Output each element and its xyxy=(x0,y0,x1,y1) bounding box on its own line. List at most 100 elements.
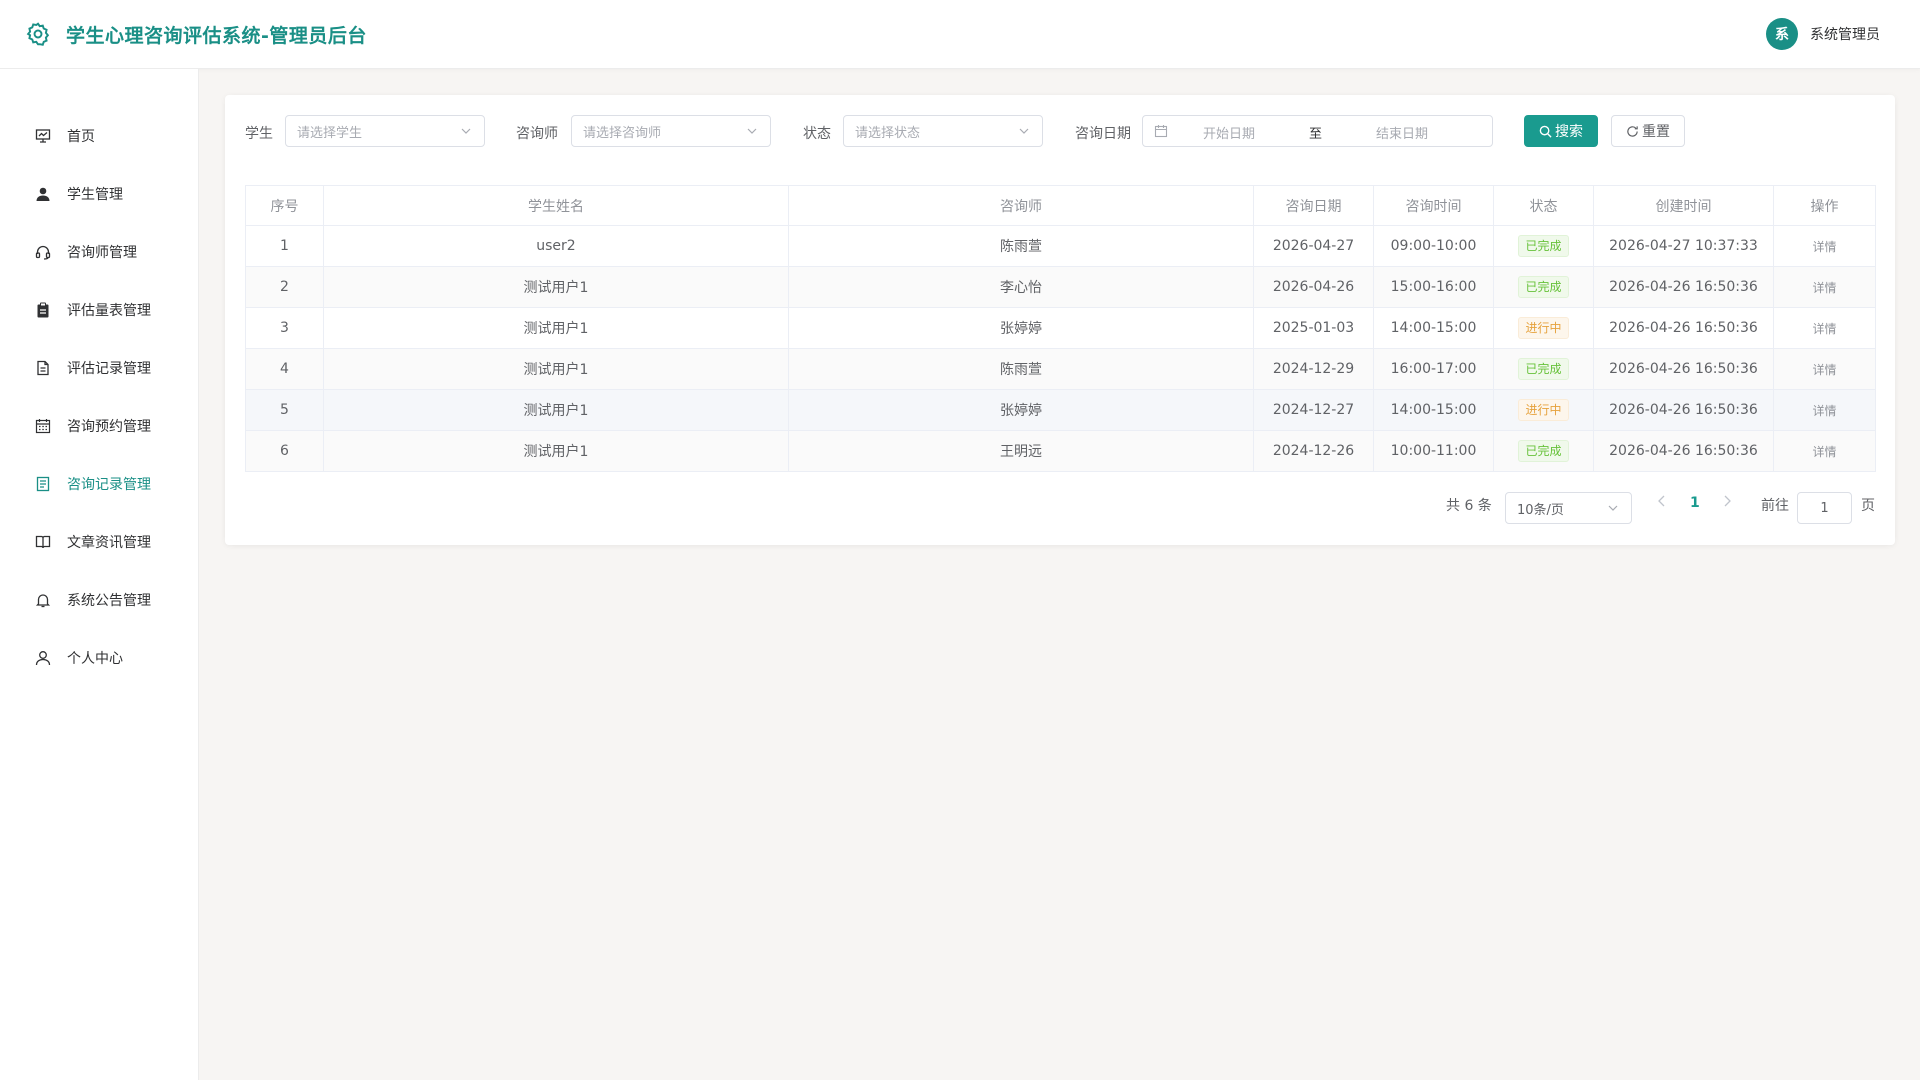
headset-icon xyxy=(34,243,52,261)
sidebar-item-articles[interactable]: 文章资讯管理 xyxy=(0,522,199,562)
cell-status: 已完成 xyxy=(1493,266,1594,308)
sidebar-item-label: 首页 xyxy=(67,129,95,145)
main-card: 学生 请选择学生 咨询师 请选择咨询师 状态 请选择状态 咨询日期 开始日期 至… xyxy=(225,95,1895,545)
sidebar-item-label: 咨询预约管理 xyxy=(67,419,151,435)
sidebar-item-assessment-records[interactable]: 评估记录管理 xyxy=(0,348,199,388)
column-header: 咨询日期 xyxy=(1253,185,1374,226)
status-badge: 进行中 xyxy=(1518,317,1569,339)
detail-link[interactable]: 详情 xyxy=(1812,404,1836,418)
sidebar-item-students[interactable]: 学生管理 xyxy=(0,174,199,214)
status-select-placeholder: 请选择状态 xyxy=(855,125,921,141)
cell-student: 测试用户1 xyxy=(323,266,789,308)
cell-status: 已完成 xyxy=(1493,348,1594,390)
table-row[interactable]: 4 测试用户1 陈雨萱 2024-12-29 16:00-17:00 已完成 2… xyxy=(245,348,1876,390)
sidebar-item-announcements[interactable]: 系统公告管理 xyxy=(0,580,199,620)
cell-student: 测试用户1 xyxy=(323,430,789,472)
cell-counselor: 王明远 xyxy=(788,430,1254,472)
cell-status: 已完成 xyxy=(1493,225,1594,267)
sidebar-item-consultation-records[interactable]: 咨询记录管理 xyxy=(0,464,199,504)
status-badge: 已完成 xyxy=(1518,235,1569,257)
monitor-chart-icon xyxy=(34,127,52,145)
page-size-select[interactable]: 10条/页 xyxy=(1505,492,1632,524)
cell-action: 详情 xyxy=(1773,389,1876,431)
calendar-icon xyxy=(1154,125,1168,138)
status-badge: 已完成 xyxy=(1518,358,1569,380)
detail-link[interactable]: 详情 xyxy=(1812,445,1836,459)
column-header: 创建时间 xyxy=(1593,185,1774,226)
detail-link[interactable]: 详情 xyxy=(1812,322,1836,336)
sidebar-item-profile[interactable]: 个人中心 xyxy=(0,638,199,678)
calendar-icon xyxy=(34,417,52,435)
cell-counselor: 李心怡 xyxy=(788,266,1254,308)
cell-index: 2 xyxy=(245,266,324,308)
sidebar-item-counselors[interactable]: 咨询师管理 xyxy=(0,232,199,272)
detail-link[interactable]: 详情 xyxy=(1812,281,1836,295)
cell-counselor: 张婷婷 xyxy=(788,307,1254,349)
cell-action: 详情 xyxy=(1773,225,1876,267)
goto-page-input[interactable]: 1 xyxy=(1797,492,1852,524)
user-name[interactable]: 系统管理员 xyxy=(1810,24,1880,44)
cell-index: 1 xyxy=(245,225,324,267)
goto-label: 前往 xyxy=(1761,498,1789,514)
date-separator: 至 xyxy=(1309,127,1323,142)
clipboard-icon xyxy=(34,301,52,319)
cell-date: 2024-12-27 xyxy=(1253,389,1374,431)
counselor-select[interactable]: 请选择咨询师 xyxy=(571,115,771,147)
reset-button[interactable]: 重置 xyxy=(1611,115,1685,147)
cell-index: 3 xyxy=(245,307,324,349)
chevron-down-icon xyxy=(747,128,757,134)
table-row[interactable]: 2 测试用户1 李心怡 2026-04-26 15:00-16:00 已完成 2… xyxy=(245,266,1876,308)
counselor-filter-label: 咨询师 xyxy=(516,126,558,142)
cell-date: 2026-04-27 xyxy=(1253,225,1374,267)
sidebar-item-appointments[interactable]: 咨询预约管理 xyxy=(0,406,199,446)
sidebar-item-scales[interactable]: 评估量表管理 xyxy=(0,290,199,330)
prev-page-button[interactable] xyxy=(1657,495,1667,511)
chevron-right-icon xyxy=(1724,495,1731,507)
app-title: 学生心理咨询评估系统-管理员后台 xyxy=(66,24,367,47)
status-select[interactable]: 请选择状态 xyxy=(843,115,1043,147)
cell-student: 测试用户1 xyxy=(323,307,789,349)
search-button-label: 搜索 xyxy=(1555,124,1583,140)
page-size-value: 10条/页 xyxy=(1517,502,1564,518)
page-unit-label: 页 xyxy=(1861,498,1875,514)
cell-time: 10:00-11:00 xyxy=(1373,430,1494,472)
detail-link[interactable]: 详情 xyxy=(1812,363,1836,377)
detail-link[interactable]: 详情 xyxy=(1812,240,1836,254)
sidebar-item-label: 咨询师管理 xyxy=(67,245,137,261)
date-range-picker[interactable]: 开始日期 至 结束日期 xyxy=(1142,115,1493,147)
next-page-button[interactable] xyxy=(1722,495,1732,511)
date-start-input[interactable]: 开始日期 xyxy=(1203,123,1255,142)
cell-action: 详情 xyxy=(1773,307,1876,349)
search-button[interactable]: 搜索 xyxy=(1524,115,1598,147)
avatar[interactable]: 系 xyxy=(1766,18,1798,50)
cell-action: 详情 xyxy=(1773,430,1876,472)
user-outline-icon xyxy=(34,649,52,667)
page-number-current[interactable]: 1 xyxy=(1690,495,1700,511)
date-end-input[interactable]: 结束日期 xyxy=(1376,123,1428,142)
status-badge: 已完成 xyxy=(1518,440,1569,462)
chevron-down-icon xyxy=(1608,505,1618,511)
student-select[interactable]: 请选择学生 xyxy=(285,115,485,147)
table-header-row: 序号 学生姓名 咨询师 咨询日期 咨询时间 状态 创建时间 操作 xyxy=(245,185,1876,226)
user-menu[interactable]: 系 系统管理员 xyxy=(1766,18,1880,50)
sidebar-item-label: 评估量表管理 xyxy=(67,303,151,319)
sidebar-item-home[interactable]: 首页 xyxy=(0,116,199,156)
tickets-icon xyxy=(34,475,52,493)
reset-button-label: 重置 xyxy=(1642,124,1670,140)
table-row[interactable]: 5 测试用户1 张婷婷 2024-12-27 14:00-15:00 进行中 2… xyxy=(245,389,1876,431)
table-row[interactable]: 6 测试用户1 王明远 2024-12-26 10:00-11:00 已完成 2… xyxy=(245,430,1876,472)
cell-created: 2026-04-26 16:50:36 xyxy=(1593,348,1774,390)
user-filled-icon xyxy=(34,185,52,203)
table-row[interactable]: 3 测试用户1 张婷婷 2025-01-03 14:00-15:00 进行中 2… xyxy=(245,307,1876,349)
cell-created: 2026-04-26 16:50:36 xyxy=(1593,389,1774,431)
column-header: 学生姓名 xyxy=(323,185,789,226)
cell-counselor: 陈雨萱 xyxy=(788,225,1254,267)
cell-time: 14:00-15:00 xyxy=(1373,389,1494,431)
chevron-left-icon xyxy=(1658,495,1665,507)
pagination-total: 共 6 条 xyxy=(1446,498,1492,514)
cell-date: 2024-12-29 xyxy=(1253,348,1374,390)
table-row[interactable]: 1 user2 陈雨萱 2026-04-27 09:00-10:00 已完成 2… xyxy=(245,225,1876,267)
status-filter-label: 状态 xyxy=(803,126,831,142)
sidebar: 首页 学生管理 咨询师管理 评估量表管理 评估记录管理 咨询预约管理 咨询记录管… xyxy=(0,69,199,1080)
column-header: 序号 xyxy=(245,185,324,226)
